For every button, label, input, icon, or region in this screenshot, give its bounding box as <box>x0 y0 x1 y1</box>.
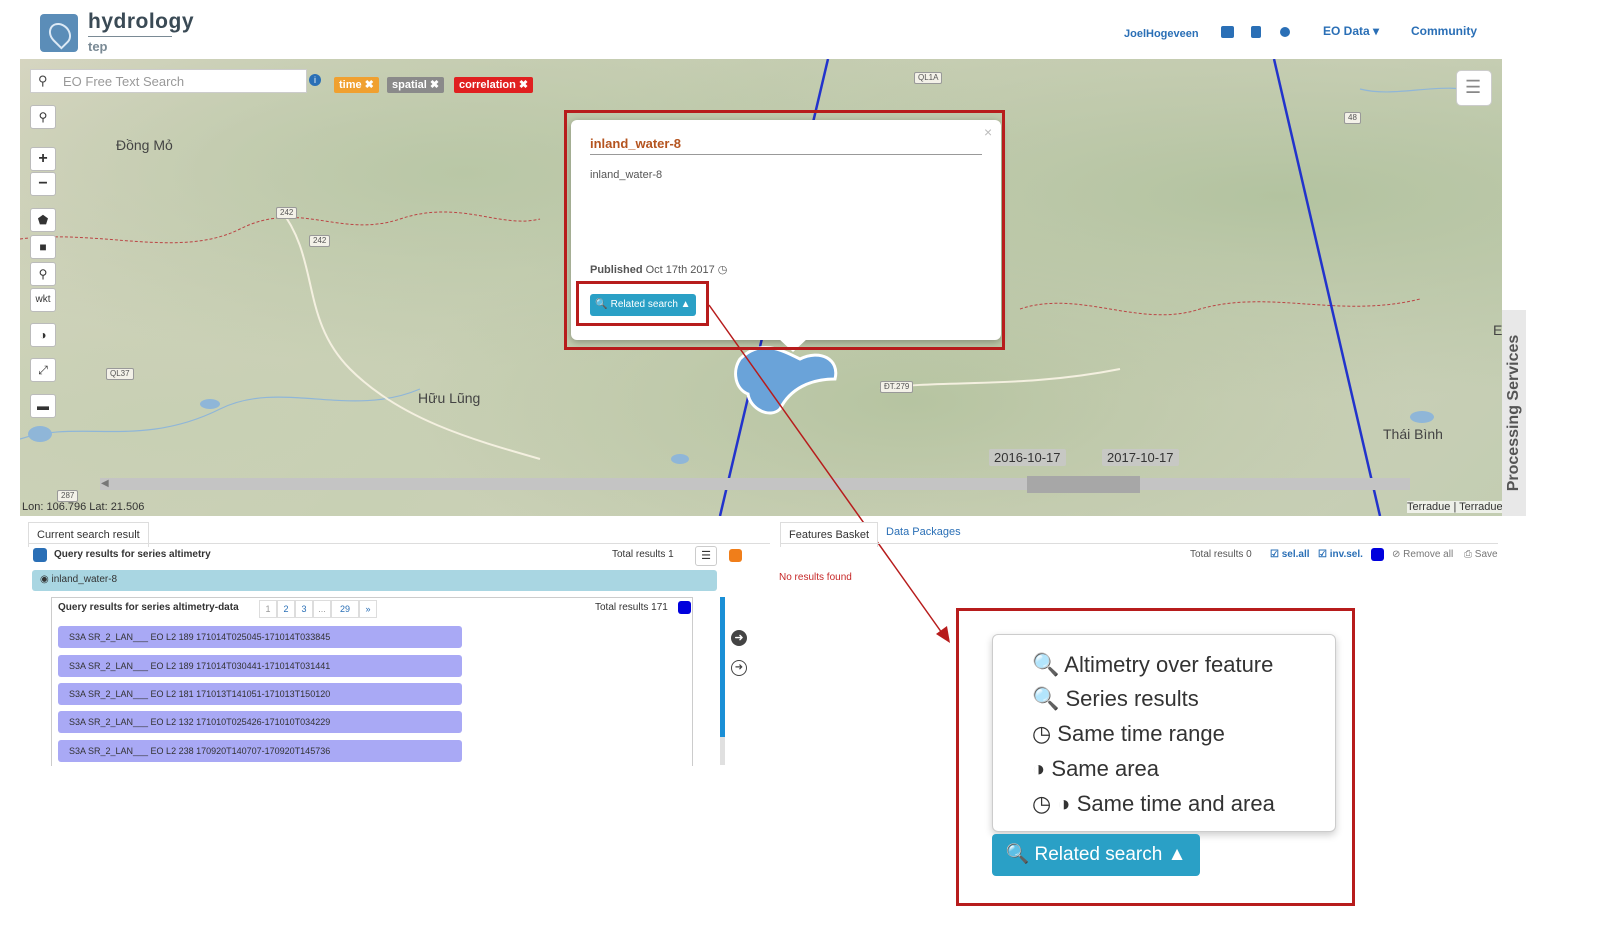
list-icon[interactable]: ☰ <box>695 546 717 566</box>
page-1[interactable]: 1 <box>259 600 277 618</box>
sub-total-results: Total results 171 <box>595 602 668 613</box>
query-title: Query results for series altimetry <box>54 549 211 560</box>
feature-row[interactable]: ◉ inland_water-8 <box>32 570 717 591</box>
menu-item-altimetry-over-feature[interactable]: 🔍 Altimetry over feature <box>1032 652 1273 678</box>
color-swatch-blue[interactable] <box>678 601 691 614</box>
page-ellipsis: ... <box>313 600 331 618</box>
sub-query-title: Query results for series altimetry-data <box>58 602 239 613</box>
page-29[interactable]: 29 <box>331 600 359 618</box>
result-row[interactable]: S3A SR_2_LAN___ EO L2 189 171014T030441-… <box>58 655 462 677</box>
tab-data-packages[interactable]: Data Packages <box>886 526 961 538</box>
basket-color-swatch[interactable] <box>1371 548 1384 561</box>
arrow-right-outline-icon[interactable]: ➜ <box>731 660 747 676</box>
invert-selection-link[interactable]: ☑ inv.sel. <box>1318 549 1363 560</box>
result-row[interactable]: S3A SR_2_LAN___ EO L2 189 171014T025045-… <box>58 626 462 648</box>
color-swatch-orange[interactable] <box>729 549 742 562</box>
menu-item-same-area[interactable]: ◑ Same area <box>1032 756 1159 782</box>
related-search-button-zoomed[interactable]: 🔍 Related search ▲ <box>992 834 1200 876</box>
menu-item-same-time-range[interactable]: ◷ Same time range <box>1032 721 1225 747</box>
arrow-right-icon[interactable]: ➜ <box>731 630 747 646</box>
result-row[interactable]: S3A SR_2_LAN___ EO L2 238 170920T140707-… <box>58 740 462 762</box>
no-results-message: No results found <box>779 572 852 583</box>
remove-all-link[interactable]: ⊘ Remove all <box>1392 549 1453 560</box>
annotation-arrow <box>708 304 950 643</box>
page-2[interactable]: 2 <box>277 600 295 618</box>
select-all-link[interactable]: ☑ sel.all <box>1270 549 1310 560</box>
result-row[interactable]: S3A SR_2_LAN___ EO L2 181 171013T141051-… <box>58 683 462 705</box>
feature-label: ◉ inland_water-8 <box>40 574 118 585</box>
panel-divider <box>780 543 1498 544</box>
basket-total: Total results 0 <box>1190 549 1252 560</box>
menu-item-series-results[interactable]: 🔍 Series results <box>1032 686 1199 712</box>
panel-divider <box>28 543 770 544</box>
share-icon[interactable] <box>33 548 47 562</box>
result-row[interactable]: S3A SR_2_LAN___ EO L2 132 171010T025426-… <box>58 711 462 733</box>
page-next[interactable]: » <box>359 600 377 618</box>
scrollbar-thumb[interactable] <box>720 597 725 737</box>
total-results: Total results 1 <box>612 549 674 560</box>
page-3[interactable]: 3 <box>295 600 313 618</box>
save-link[interactable]: ⎙ Save <box>1464 549 1498 560</box>
menu-item-same-time-and-area[interactable]: ◷ ◑ Same time and area <box>1032 791 1275 817</box>
